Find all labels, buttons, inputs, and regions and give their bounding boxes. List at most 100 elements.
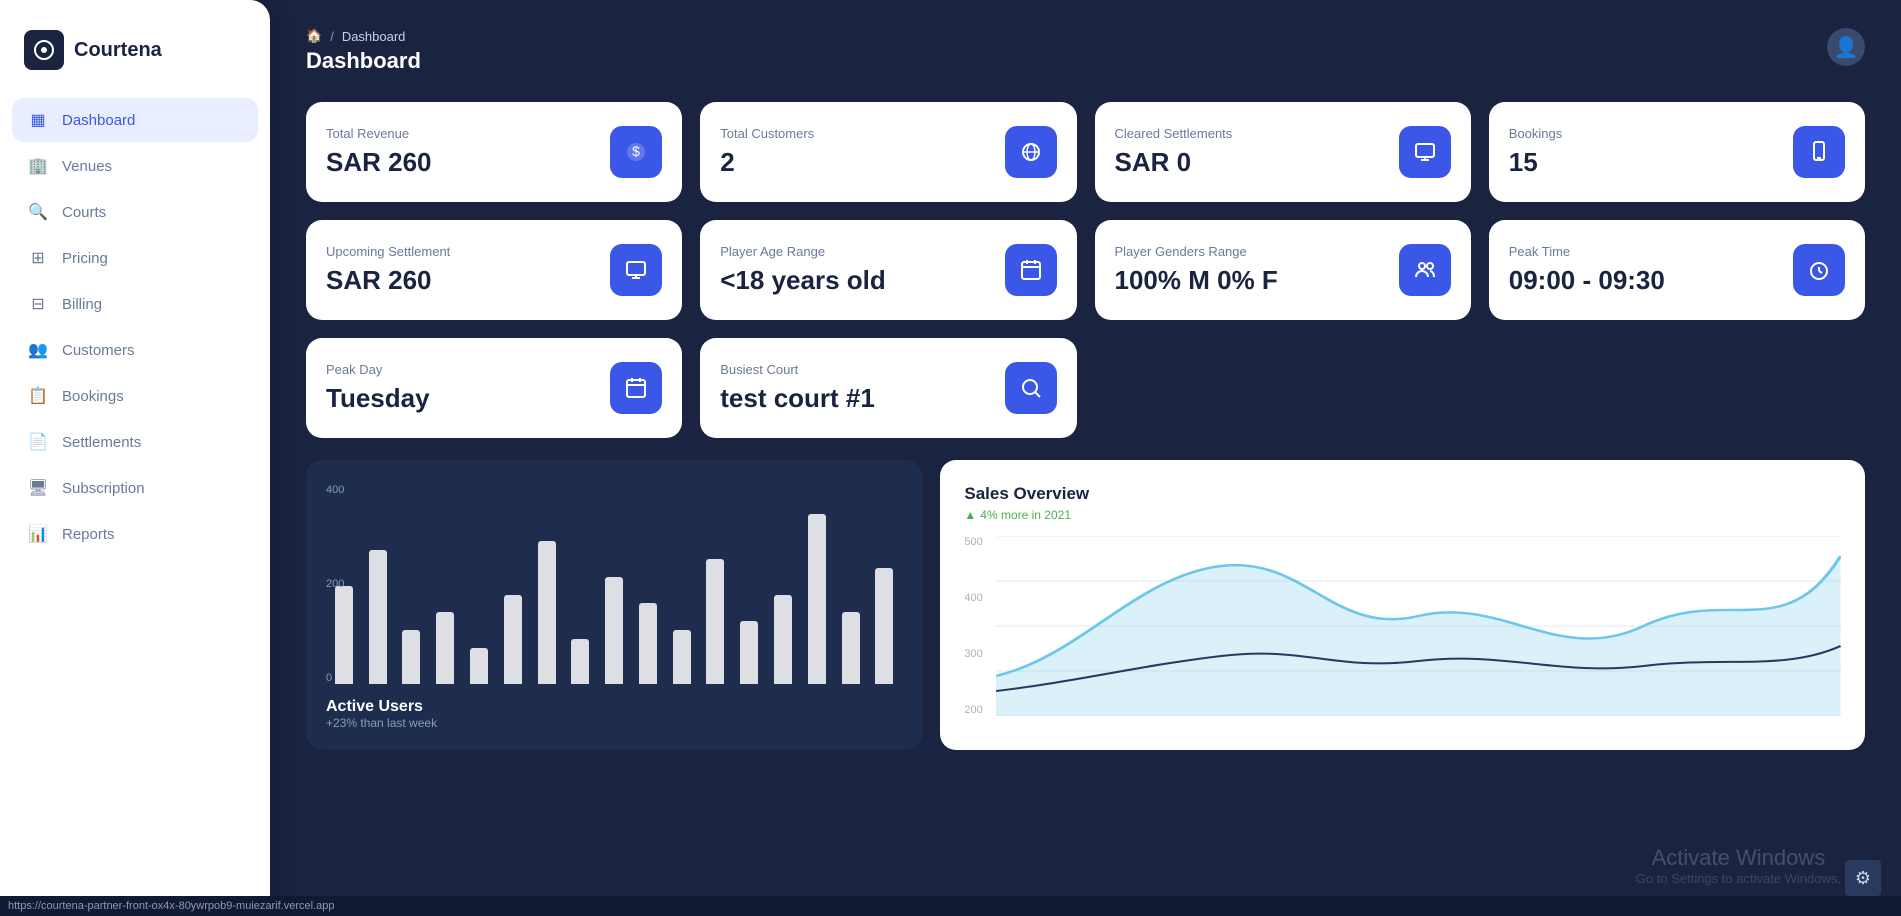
logo-text: Courtena <box>74 39 162 62</box>
stat-label-busiest-court: Busiest Court <box>720 362 875 377</box>
home-icon: 🏠 <box>306 28 322 44</box>
bar <box>369 550 387 684</box>
header-left: 🏠 / Dashboard Dashboard <box>306 28 421 74</box>
stat-label-peak-time: Peak Time <box>1509 244 1665 259</box>
bar <box>639 603 657 684</box>
stat-label-upcoming-settlement: Upcoming Settlement <box>326 244 450 259</box>
stat-content-upcoming-settlement: Upcoming Settlement SAR 260 <box>326 244 450 296</box>
sidebar-icon-billing: ⊟ <box>28 294 48 314</box>
chart-footer-sub: +23% than last week <box>326 716 902 730</box>
stat-value-total-customers: 2 <box>720 147 814 178</box>
bar-wrap <box>566 639 594 684</box>
bar-wrap <box>668 630 696 684</box>
bar <box>571 639 589 684</box>
y-500: 500 <box>964 536 982 548</box>
stat-value-player-age-range: <18 years old <box>720 265 886 296</box>
sidebar-item-courts[interactable]: 🔍 Courts <box>12 190 258 234</box>
stat-label-peak-day: Peak Day <box>326 362 430 377</box>
sidebar-label-pricing: Pricing <box>62 250 108 267</box>
sidebar-label-subscription: Subscription <box>62 480 145 497</box>
bar-wrap <box>465 648 493 684</box>
sidebar-label-courts: Courts <box>62 204 106 221</box>
breadcrumb: 🏠 / Dashboard <box>306 28 421 44</box>
sidebar-label-billing: Billing <box>62 296 102 313</box>
sidebar-nav: ▦ Dashboard 🏢 Venues 🔍 Courts ⊞ Pricing … <box>0 98 270 556</box>
bar-wrap <box>735 621 763 684</box>
sidebar-item-bookings[interactable]: 📋 Bookings <box>12 374 258 418</box>
sidebar-icon-settlements: 📄 <box>28 432 48 452</box>
stat-label-player-genders-range: Player Genders Range <box>1115 244 1278 259</box>
stats-row-1: Total Revenue SAR 260 $ Total Customers … <box>306 102 1865 202</box>
sidebar-label-dashboard: Dashboard <box>62 112 135 129</box>
sidebar-item-dashboard[interactable]: ▦ Dashboard <box>12 98 258 142</box>
stat-label-total-revenue: Total Revenue <box>326 126 432 141</box>
sidebar-item-settlements[interactable]: 📄 Settlements <box>12 420 258 464</box>
stat-icon-player-age-range <box>1005 244 1057 296</box>
chart-footer-title: Active Users <box>326 698 902 716</box>
bar-wrap <box>398 630 426 684</box>
user-avatar[interactable]: 👤 <box>1827 28 1865 66</box>
sidebar-label-settlements: Settlements <box>62 434 141 451</box>
stat-value-cleared-settlements: SAR 0 <box>1115 147 1233 178</box>
svg-text:$: $ <box>632 143 640 159</box>
avatar-icon: 👤 <box>1834 35 1859 60</box>
sidebar-item-venues[interactable]: 🏢 Venues <box>12 144 258 188</box>
bar-wrap <box>837 612 865 684</box>
y-200: 200 <box>964 704 982 716</box>
sidebar-item-reports[interactable]: 📊 Reports <box>12 512 258 556</box>
stat-content-peak-time: Peak Time 09:00 - 09:30 <box>1509 244 1665 296</box>
sidebar-item-customers[interactable]: 👥 Customers <box>12 328 258 372</box>
bar-wrap <box>600 577 628 684</box>
bar <box>808 514 826 684</box>
stat-icon-total-customers <box>1005 126 1057 178</box>
sidebar-icon-customers: 👥 <box>28 340 48 360</box>
logo-icon <box>24 30 64 70</box>
stat-value-upcoming-settlement: SAR 260 <box>326 265 450 296</box>
charts-row: 4002000 Active Users +23% than last week… <box>306 460 1865 750</box>
stat-card-peak-time: Peak Time 09:00 - 09:30 <box>1489 220 1865 320</box>
bar-wrap <box>871 568 899 684</box>
stats-row-2: Upcoming Settlement SAR 260 Player Age R… <box>306 220 1865 320</box>
stat-card-peak-day: Peak Day Tuesday <box>306 338 682 438</box>
stat-value-peak-time: 09:00 - 09:30 <box>1509 265 1665 296</box>
logo: Courtena <box>0 20 270 98</box>
y-300: 300 <box>964 648 982 660</box>
bar <box>842 612 860 684</box>
bar <box>470 648 488 684</box>
statusbar: https://courtena-partner-front-ox4x-80yw… <box>0 896 1901 916</box>
stat-content-busiest-court: Busiest Court test court #1 <box>720 362 875 414</box>
bar <box>875 568 893 684</box>
bar-wrap <box>803 514 831 684</box>
stats-row-3: Peak Day Tuesday Busiest Court test cour… <box>306 338 1865 438</box>
bar <box>504 595 522 684</box>
stat-content-total-revenue: Total Revenue SAR 260 <box>326 126 432 178</box>
sales-chart-area: 500 400 300 200 <box>964 536 1841 716</box>
sidebar-item-subscription[interactable]: 🖥 Subscription <box>12 466 258 510</box>
bar-wrap <box>364 550 392 684</box>
statusbar-url: https://courtena-partner-front-ox4x-80yw… <box>8 900 334 912</box>
stat-content-player-age-range: Player Age Range <18 years old <box>720 244 886 296</box>
stat-content-bookings: Bookings 15 <box>1509 126 1562 178</box>
bar <box>706 559 724 684</box>
sidebar-label-venues: Venues <box>62 158 112 175</box>
page-title: Dashboard <box>306 48 421 74</box>
settings-button[interactable]: ⚙ <box>1845 860 1881 896</box>
sidebar-item-pricing[interactable]: ⊞ Pricing <box>12 236 258 280</box>
stat-icon-peak-time <box>1793 244 1845 296</box>
sidebar-icon-bookings: 📋 <box>28 386 48 406</box>
sidebar-item-billing[interactable]: ⊟ Billing <box>12 282 258 326</box>
stat-value-total-revenue: SAR 260 <box>326 147 432 178</box>
bar <box>605 577 623 684</box>
sidebar-label-reports: Reports <box>62 526 115 543</box>
stat-icon-total-revenue: $ <box>610 126 662 178</box>
stat-value-peak-day: Tuesday <box>326 383 430 414</box>
gear-icon: ⚙ <box>1855 868 1871 889</box>
stat-card-cleared-settlements: Cleared Settlements SAR 0 <box>1095 102 1471 202</box>
bar <box>402 630 420 684</box>
stat-icon-player-genders-range <box>1399 244 1451 296</box>
header: 🏠 / Dashboard Dashboard 👤 <box>306 28 1865 74</box>
sidebar-icon-courts: 🔍 <box>28 202 48 222</box>
sidebar-label-bookings: Bookings <box>62 388 124 405</box>
breadcrumb-separator: / <box>330 29 334 44</box>
sidebar-icon-subscription: 🖥 <box>28 478 48 498</box>
